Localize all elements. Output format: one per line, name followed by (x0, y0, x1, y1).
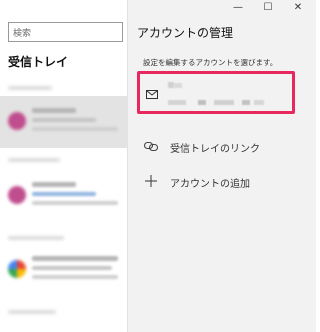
link-inboxes-button[interactable]: 受信トレイのリンク (143, 137, 293, 155)
minimize-button[interactable]: — (228, 1, 248, 15)
maximize-button[interactable]: ☐ (258, 1, 278, 15)
date-group-header (8, 236, 64, 240)
action-label: 受信トレイのリンク (170, 144, 260, 155)
account-email-redacted (168, 100, 266, 105)
subject-line (32, 192, 96, 196)
subject-line (32, 118, 96, 122)
account-name-redacted (168, 82, 186, 88)
folder-title: 受信トレイ (8, 55, 69, 69)
preview-line (32, 275, 118, 279)
mail-list-item[interactable] (0, 96, 127, 148)
preview-line (32, 201, 118, 205)
mail-list-item[interactable] (0, 244, 127, 296)
account-item[interactable] (137, 71, 295, 114)
sender-line (32, 256, 118, 261)
mail-icon (146, 90, 158, 99)
panel-subtitle: 設定を編集するアカウントを選びます。 (143, 58, 278, 67)
mail-list-pane: 検索 受信トレイ (0, 0, 127, 332)
preview-line (32, 127, 118, 131)
plus-icon (143, 173, 159, 189)
date-group-header (8, 158, 60, 162)
link-icon (143, 138, 159, 154)
subject-line (32, 266, 112, 270)
mail-list-item[interactable] (0, 170, 127, 222)
window-titlebar: — ☐ ✕ (206, 0, 316, 16)
sender-line (32, 182, 76, 187)
manage-accounts-panel: — ☐ ✕ アカウントの管理 設定を編集するアカウントを選びます。 受信トレイの… (127, 0, 316, 332)
action-label: アカウントの追加 (170, 179, 250, 190)
add-account-button[interactable]: アカウントの追加 (143, 172, 293, 190)
search-placeholder: 検索 (13, 29, 32, 39)
avatar (8, 186, 26, 204)
panel-title: アカウントの管理 (137, 26, 234, 40)
search-box[interactable]: 検索 (8, 22, 123, 42)
date-group-header (8, 310, 56, 314)
avatar (8, 260, 26, 278)
close-button[interactable]: ✕ (288, 1, 308, 15)
sender-line (32, 108, 76, 113)
date-group-header (8, 86, 52, 90)
avatar (8, 112, 26, 130)
